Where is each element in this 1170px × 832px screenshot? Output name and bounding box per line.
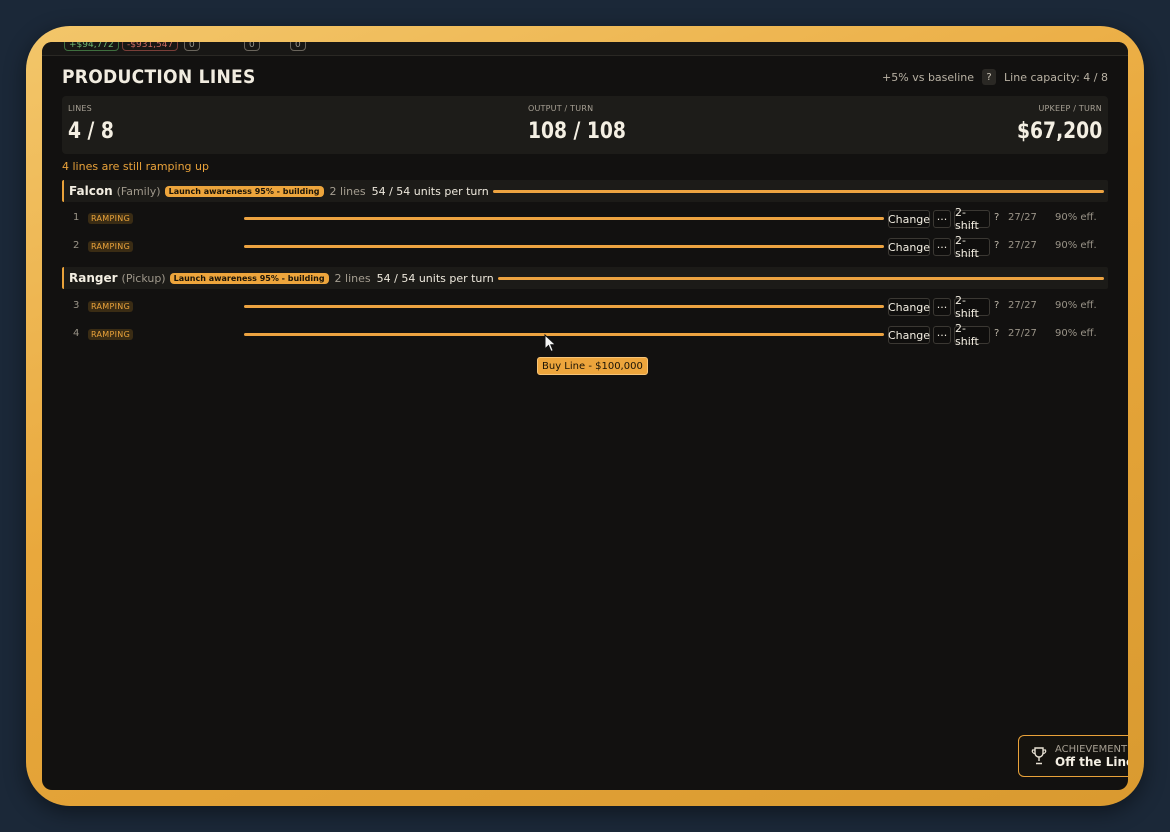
shift-button[interactable]: 2-shift xyxy=(954,234,990,260)
help-icon[interactable]: ? xyxy=(994,212,999,223)
line-number: 1 xyxy=(73,212,80,223)
line-progress-bar xyxy=(244,245,884,248)
change-button[interactable]: Change xyxy=(888,210,930,228)
top-status-strip: +$94,772 -$931,547 0 0 0 xyxy=(42,42,1128,56)
help-icon[interactable]: ? xyxy=(994,240,999,251)
help-icon[interactable]: ? xyxy=(982,69,997,85)
units-per-turn: 54 / 54 units per turn xyxy=(376,271,494,285)
stat-label: OUTPUT / TURN xyxy=(528,104,594,113)
change-button[interactable]: Change xyxy=(888,238,930,256)
awareness-badge: Launch awareness 95% - building xyxy=(169,272,329,284)
stat-upkeep: UPKEEP / TURN $67,200 xyxy=(1002,104,1102,144)
status-badge: RAMPING xyxy=(88,301,134,312)
mouse-cursor-icon xyxy=(544,334,557,353)
line-output: 27/27 xyxy=(1008,240,1037,251)
more-options-button[interactable]: ··· xyxy=(933,210,951,228)
achievement-label: ACHIEVEMENT xyxy=(1055,743,1128,755)
stat-label: UPKEEP / TURN xyxy=(1038,104,1102,113)
achievement-name: Off the Line xyxy=(1055,754,1128,769)
line-progress-bar xyxy=(244,305,884,308)
group-progress-bar xyxy=(497,276,1104,280)
production-line-row: 3 RAMPING Change ··· 2-shift ? 27/27 90%… xyxy=(62,294,1108,320)
header-meta: +5% vs baseline ? Line capacity: 4 / 8 xyxy=(882,69,1108,85)
line-number: 2 xyxy=(73,240,80,251)
model-name: Falcon xyxy=(69,184,113,198)
achievement-toast[interactable]: ACHIEVEMENT Off the Line xyxy=(1018,735,1128,777)
status-badge: RAMPING xyxy=(88,213,134,224)
shift-button[interactable]: 2-shift xyxy=(954,294,990,320)
line-count: 2 lines xyxy=(334,271,371,285)
model-group-ranger[interactable]: Ranger (Pickup) Launch awareness 95% - b… xyxy=(62,267,1108,289)
line-output: 27/27 xyxy=(1008,300,1037,311)
stat-value: $67,200 xyxy=(1016,119,1102,144)
change-button[interactable]: Change xyxy=(888,298,930,316)
line-output: 27/27 xyxy=(1008,328,1037,339)
page-title: PRODUCTION LINES xyxy=(62,66,256,88)
stat-value: 4 / 8 xyxy=(68,119,114,144)
line-efficiency: 90% eff. xyxy=(1055,328,1097,339)
production-line-row: 1 RAMPING Change ··· 2-shift ? 27/27 90%… xyxy=(62,206,1108,232)
stat-label: LINES xyxy=(68,104,92,113)
change-button[interactable]: Change xyxy=(888,326,930,344)
line-efficiency: 90% eff. xyxy=(1055,240,1097,251)
units-per-turn: 54 / 54 units per turn xyxy=(371,184,489,198)
status-badge: RAMPING xyxy=(88,241,134,252)
income-pill: +$94,772 xyxy=(64,42,119,51)
line-output: 27/27 xyxy=(1008,212,1037,223)
achievement-text: ACHIEVEMENT Off the Line xyxy=(1055,744,1128,769)
production-line-row: 4 RAMPING Change ··· 2-shift ? 27/27 90%… xyxy=(62,322,1108,348)
line-efficiency: 90% eff. xyxy=(1055,212,1097,223)
counter-pill: 0 xyxy=(184,42,200,51)
stat-output: OUTPUT / TURN 108 / 108 xyxy=(528,104,643,144)
line-capacity: Line capacity: 4 / 8 xyxy=(1004,70,1108,84)
help-icon[interactable]: ? xyxy=(994,328,999,339)
line-progress-bar xyxy=(244,333,884,336)
stat-value: 108 / 108 xyxy=(528,119,626,144)
status-badge: RAMPING xyxy=(88,329,134,340)
more-options-button[interactable]: ··· xyxy=(933,298,951,316)
trophy-icon xyxy=(1031,747,1047,765)
line-count: 2 lines xyxy=(329,184,366,198)
stats-panel: LINES 4 / 8 OUTPUT / TURN 108 / 108 UPKE… xyxy=(62,96,1108,154)
buy-line-button[interactable]: Buy Line - $100,000 xyxy=(537,357,648,375)
shift-button[interactable]: 2-shift xyxy=(954,206,990,232)
counter-pill: 0 xyxy=(290,42,306,51)
more-options-button[interactable]: ··· xyxy=(933,326,951,344)
model-name: Ranger xyxy=(69,271,118,285)
model-type: (Pickup) xyxy=(121,271,166,285)
expense-pill: -$931,547 xyxy=(122,42,179,51)
model-group-falcon[interactable]: Falcon (Family) Launch awareness 95% - b… xyxy=(62,180,1108,202)
shift-button[interactable]: 2-shift xyxy=(954,322,990,348)
awareness-badge: Launch awareness 95% - building xyxy=(164,185,324,197)
line-number: 4 xyxy=(73,328,80,339)
model-type: (Family) xyxy=(116,184,161,198)
ramping-notice: 4 lines are still ramping up xyxy=(62,160,209,173)
stat-lines: LINES 4 / 8 xyxy=(68,104,122,144)
group-progress-bar xyxy=(492,189,1104,193)
more-options-button[interactable]: ··· xyxy=(933,238,951,256)
line-efficiency: 90% eff. xyxy=(1055,300,1097,311)
line-number: 3 xyxy=(73,300,80,311)
baseline-text: +5% vs baseline xyxy=(882,70,975,84)
production-line-row: 2 RAMPING Change ··· 2-shift ? 27/27 90%… xyxy=(62,234,1108,260)
counter-pill: 0 xyxy=(244,42,260,51)
help-icon[interactable]: ? xyxy=(994,300,999,311)
line-progress-bar xyxy=(244,217,884,220)
app-screen: +$94,772 -$931,547 0 0 0 PRODUCTION LINE… xyxy=(42,42,1128,790)
